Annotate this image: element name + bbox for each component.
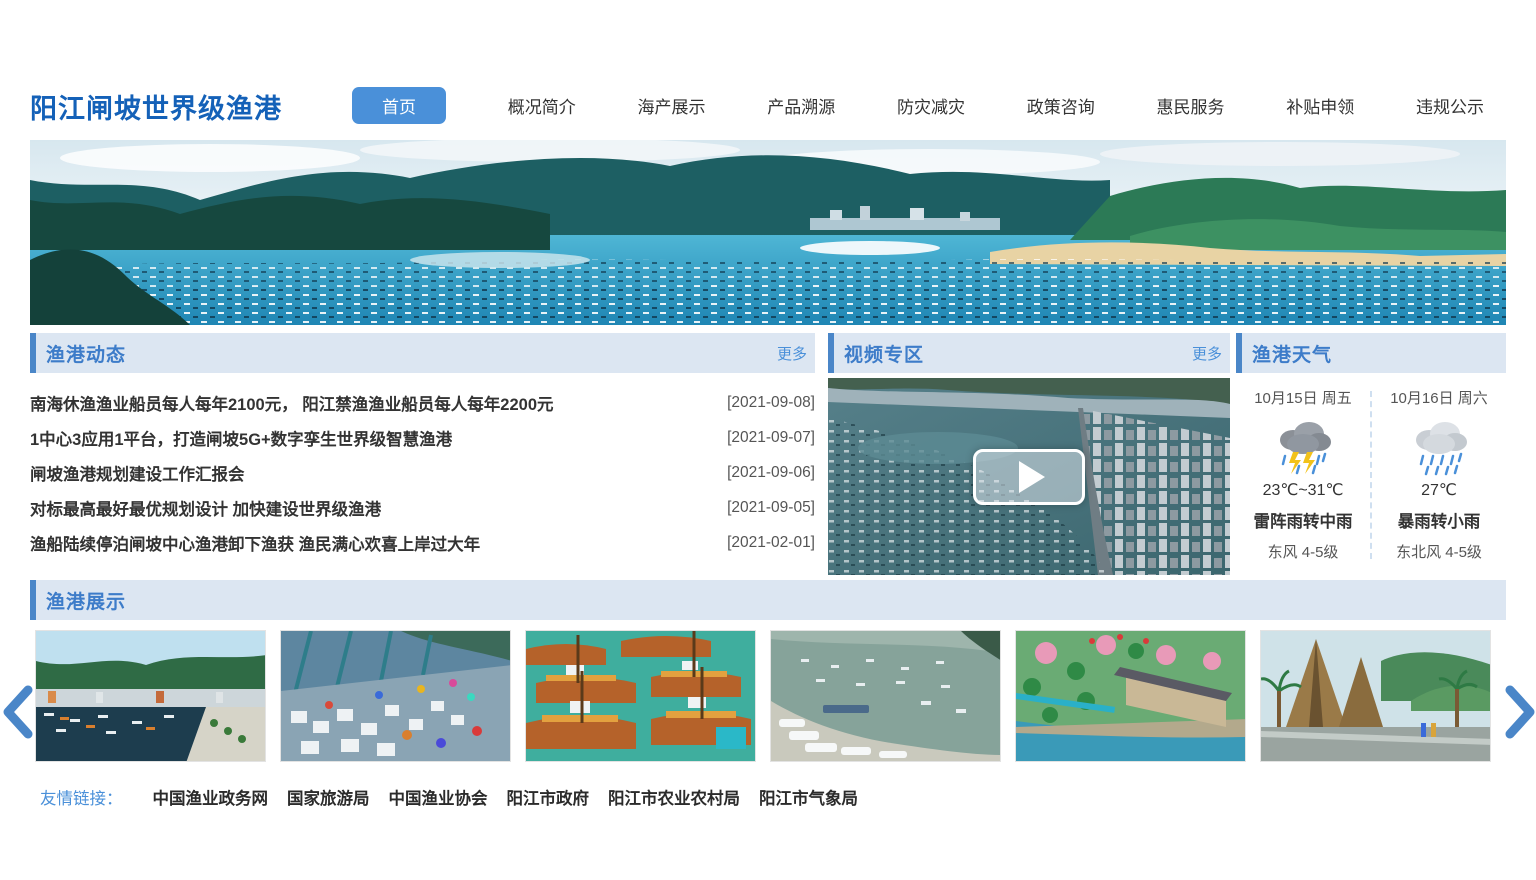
nav-item-home[interactable]: 首页 xyxy=(352,87,446,124)
weather-temp: 27℃ xyxy=(1372,480,1506,500)
section-accent-bar xyxy=(30,580,36,620)
link-china-fishery-gov[interactable]: 中国渔业政务网 xyxy=(153,785,269,809)
news-header: 渔港动态 更多 xyxy=(30,333,815,373)
news-item-title[interactable]: 渔船陆续停泊闸坡中心渔港卸下渔获 渔民满心欢喜上岸过大年 xyxy=(30,531,480,555)
video-title: 视频专区 xyxy=(844,340,924,367)
news-list-item[interactable]: 南海休渔渔业船员每人每年2100元， 阳江禁渔渔业船员每人每年2200元 [20… xyxy=(30,385,815,420)
news-list-item[interactable]: 对标最高最好最优规划设计 加快建设世界级渔港 [2021-09-05] xyxy=(30,490,815,525)
weather-forecast: 10月15日 周五 xyxy=(1236,387,1506,562)
gallery-photo-waterfront-park-render[interactable] xyxy=(1015,630,1246,762)
gallery-title: 渔港展示 xyxy=(46,587,126,614)
homepage: 阳江闸坡世界级渔港 首页 概况简介 海产展示 产品溯源 防灾减灾 政策咨询 惠民… xyxy=(0,0,1536,880)
video-play-button[interactable] xyxy=(973,449,1085,505)
news-item-date: [2021-09-06] xyxy=(727,464,815,482)
gallery-photo-wooden-buildings-render[interactable] xyxy=(1260,630,1491,762)
section-accent-bar xyxy=(1236,333,1242,373)
news-item-title[interactable]: 1中心3应用1平台，打造闸坡5G+数字孪生世界级智慧渔港 xyxy=(30,426,452,450)
friend-links-bar: 友情链接： 中国渔业政务网 国家旅游局 中国渔业协会 阳江市政府 阳江市农业农村… xyxy=(40,785,858,809)
gallery-photo-fish-market[interactable] xyxy=(280,630,511,762)
gallery-photo-fishing-boats[interactable] xyxy=(525,630,756,762)
news-item-title[interactable]: 闸坡渔港规划建设工作汇报会 xyxy=(30,461,245,485)
friend-links-label: 友情链接： xyxy=(40,785,123,809)
weather-date: 10月15日 周五 xyxy=(1236,387,1370,408)
weather-condition: 雷阵雨转中雨 xyxy=(1236,508,1370,532)
weather-title: 渔港天气 xyxy=(1252,340,1332,367)
weather-date: 10月16日 周六 xyxy=(1372,387,1506,408)
nav-item-violations[interactable]: 违规公示 xyxy=(1416,93,1484,118)
friend-links: 中国渔业政务网 国家旅游局 中国渔业协会 阳江市政府 阳江市农业农村局 阳江市气… xyxy=(153,785,859,809)
gallery-photo-marina-aerial[interactable] xyxy=(770,630,1001,762)
video-more-link[interactable]: 更多 xyxy=(1192,343,1222,364)
weather-section: 渔港天气 10月15日 周五 xyxy=(1236,333,1506,562)
weather-condition: 暴雨转小雨 xyxy=(1372,508,1506,532)
news-item-title[interactable]: 对标最高最好最优规划设计 加快建设世界级渔港 xyxy=(30,496,381,520)
nav-item-traceability[interactable]: 产品溯源 xyxy=(767,93,835,118)
site-logo: 阳江闸坡世界级渔港 xyxy=(30,87,282,126)
video-section: 视频专区 更多 xyxy=(828,333,1230,575)
link-yangjiang-gov[interactable]: 阳江市政府 xyxy=(507,785,590,809)
news-list-item[interactable]: 闸坡渔港规划建设工作汇报会 [2021-09-06] xyxy=(30,455,815,490)
play-icon xyxy=(1019,461,1045,493)
nav-item-seafood[interactable]: 海产展示 xyxy=(638,93,706,118)
banner-photo-bay-panorama xyxy=(30,140,1506,325)
news-item-date: [2021-09-05] xyxy=(727,499,815,517)
nav-item-services[interactable]: 惠民服务 xyxy=(1157,93,1225,118)
link-yangjiang-agriculture[interactable]: 阳江市农业农村局 xyxy=(608,785,740,809)
news-item-title[interactable]: 南海休渔渔业船员每人每年2100元， 阳江禁渔渔业船员每人每年2200元 xyxy=(30,391,554,415)
nav-item-policy[interactable]: 政策咨询 xyxy=(1027,93,1095,118)
section-accent-bar xyxy=(30,333,36,373)
gallery-section-header: 渔港展示 xyxy=(30,580,1506,620)
news-section: 渔港动态 更多 南海休渔渔业船员每人每年2100元， 阳江禁渔渔业船员每人每年2… xyxy=(30,333,815,560)
news-more-link[interactable]: 更多 xyxy=(777,343,807,364)
weather-day-saturday: 10月16日 周六 xyxy=(1372,387,1506,562)
gallery-prev-button[interactable] xyxy=(0,684,34,740)
gallery-strip xyxy=(35,630,1495,762)
gallery-photo-harbor-town[interactable] xyxy=(35,630,266,762)
section-accent-bar xyxy=(828,333,834,373)
weather-wind: 东风 4-5级 xyxy=(1236,541,1370,562)
weather-wind: 东北风 4-5级 xyxy=(1372,541,1506,562)
news-item-date: [2021-09-07] xyxy=(727,429,815,447)
top-bar: 阳江闸坡世界级渔港 首页 概况简介 海产展示 产品溯源 防灾减灾 政策咨询 惠民… xyxy=(30,85,1506,125)
gallery-next-button[interactable] xyxy=(1504,684,1536,740)
news-item-date: [2021-02-01] xyxy=(727,534,815,552)
news-item-date: [2021-09-08] xyxy=(727,394,815,412)
nav-item-subsidy[interactable]: 补贴申领 xyxy=(1286,93,1354,118)
link-national-tourism[interactable]: 国家旅游局 xyxy=(287,785,370,809)
chevron-left-icon xyxy=(0,684,34,740)
video-player[interactable] xyxy=(828,378,1230,575)
video-header: 视频专区 更多 xyxy=(828,333,1230,373)
weather-temp: 23℃~31℃ xyxy=(1236,480,1370,500)
weather-header: 渔港天气 xyxy=(1236,333,1506,373)
chevron-right-icon xyxy=(1504,684,1536,740)
news-title: 渔港动态 xyxy=(46,340,126,367)
link-yangjiang-meteorology[interactable]: 阳江市气象局 xyxy=(759,785,858,809)
news-list: 南海休渔渔业船员每人每年2100元， 阳江禁渔渔业船员每人每年2200元 [20… xyxy=(30,385,815,560)
weather-day-friday: 10月15日 周五 xyxy=(1236,387,1370,562)
nav-item-disaster[interactable]: 防灾减灾 xyxy=(897,93,965,118)
link-china-fishery-assoc[interactable]: 中国渔业协会 xyxy=(389,785,488,809)
thunderstorm-rain-icon xyxy=(1271,414,1335,476)
heavy-rain-icon xyxy=(1407,414,1471,476)
news-list-item[interactable]: 1中心3应用1平台，打造闸坡5G+数字孪生世界级智慧渔港 [2021-09-07… xyxy=(30,420,815,455)
main-nav: 首页 概况简介 海产展示 产品溯源 防灾减灾 政策咨询 惠民服务 补贴申领 违规… xyxy=(352,85,1484,125)
nav-item-overview[interactable]: 概况简介 xyxy=(508,93,576,118)
news-list-item[interactable]: 渔船陆续停泊闸坡中心渔港卸下渔获 渔民满心欢喜上岸过大年 [2021-02-01… xyxy=(30,525,815,560)
